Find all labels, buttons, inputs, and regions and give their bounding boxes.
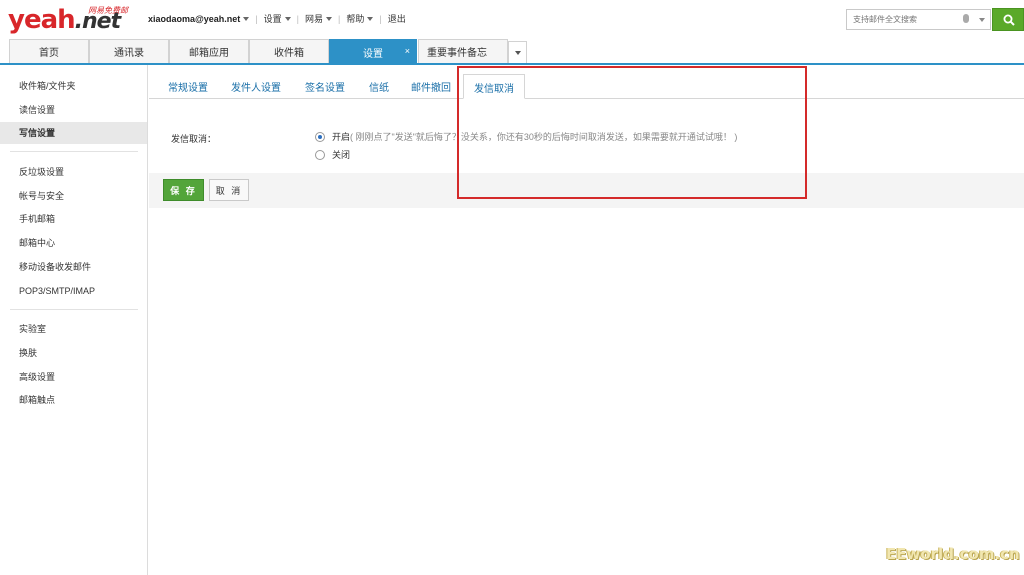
radio-enable[interactable] [315,131,325,142]
annotation-highlight-box [457,66,807,199]
logo-tagline: 网易免费邮 [88,6,128,15]
nav-separator: | [338,13,341,24]
watermark: EEworld.com.cn [886,545,1020,563]
sidebar-item-mailbox-center[interactable]: 邮箱中心 [0,232,147,254]
yeah-net-logo[interactable]: yeah.net 网易免费邮 [8,4,128,35]
tab-label: 收件箱 [274,48,304,59]
user-nav: xiaodaoma@yeah.net | 设置 | 网易 | 帮助 | 退出 [148,12,406,25]
tab-label: 首页 [39,48,59,59]
sidebar-item-advanced[interactable]: 高级设置 [0,366,147,388]
tab-inbox[interactable]: 收件箱 [249,39,329,63]
netease-menu[interactable]: 网易 [305,12,333,25]
save-button[interactable]: 保 存 [163,179,204,201]
tab-settings[interactable]: 设置 × [329,39,417,65]
cancel-button[interactable]: 取 消 [209,179,249,201]
sidebar-item-pop3-smtp-imap[interactable]: POP3/SMTP/IMAP [0,280,147,302]
close-icon[interactable]: × [405,46,410,56]
netease-menu-label: 网易 [305,14,324,24]
more-tabs-button[interactable] [508,41,527,63]
sidebar-item-account-security[interactable]: 帐号与安全 [0,185,147,207]
tab-label: 通讯录 [114,48,144,59]
sidebar-divider [10,151,138,152]
settings-menu-label: 设置 [263,14,282,24]
logo-text: yeah [8,5,76,35]
chevron-down-icon [284,16,291,21]
tab-contacts[interactable]: 通讯录 [89,39,169,63]
tab-label: 设置 [363,49,383,60]
chevron-down-icon [326,16,333,21]
help-menu[interactable]: 帮助 [346,12,374,25]
tab-home[interactable]: 首页 [9,39,89,63]
sidebar-item-read-settings[interactable]: 读信设置 [0,99,147,121]
sidebar-item-lab[interactable]: 实验室 [0,318,147,340]
option-disable-label: 关闭 [332,150,351,160]
subtab-stationery[interactable]: 信纸 [369,79,389,94]
chevron-down-icon [243,16,250,21]
search-input[interactable] [847,10,957,29]
option-disable[interactable]: 关闭 [315,148,350,161]
sidebar-item-folders[interactable]: 收件箱/文件夹 [0,75,147,97]
sidebar-item-mobile-devices[interactable]: 移动设备收发邮件 [0,256,147,278]
sidebar-item-touchpoint[interactable]: 邮箱触点 [0,389,147,411]
sidebar-item-compose-settings[interactable]: 写信设置 [0,122,147,144]
tab-label: 重要事件备忘 [427,48,487,59]
settings-menu[interactable]: 设置 [264,12,291,25]
sidebar-divider [10,309,138,310]
chevron-down-icon [367,16,374,21]
sidebar-item-antispam[interactable]: 反垃圾设置 [0,161,147,183]
subtab-recall[interactable]: 邮件撤回 [411,79,451,94]
microphone-icon[interactable] [963,14,969,23]
tab-important-memo[interactable]: 重要事件备忘 [418,39,508,63]
nav-separator: | [296,13,300,24]
logout-link[interactable]: 退出 [388,12,406,25]
tab-label: 邮箱应用 [189,48,229,59]
sidebar-item-skin[interactable]: 换肤 [0,342,147,364]
search-options-chevron-icon[interactable] [979,18,985,22]
search-box [846,9,991,30]
user-email: xiaodaoma@yeah.net [148,13,241,24]
account-menu[interactable]: xiaodaoma@yeah.net [148,13,250,24]
subtab-general[interactable]: 常规设置 [168,79,208,94]
nav-separator: | [379,13,382,24]
radio-disable[interactable] [315,149,325,160]
subtab-sender[interactable]: 发件人设置 [231,79,281,94]
sidebar-item-mobile-mailbox[interactable]: 手机邮箱 [0,208,147,230]
help-menu-label: 帮助 [346,14,365,24]
tab-mail-apps[interactable]: 邮箱应用 [169,39,249,63]
nav-separator: | [255,13,258,24]
send-cancel-label: 发信取消： [171,134,217,144]
main-tab-bar: 首页 通讯录 邮箱应用 收件箱 设置 × 重要事件备忘 [0,38,1024,65]
settings-sidebar: 收件箱/文件夹 读信设置 写信设置 反垃圾设置 帐号与安全 手机邮箱 邮箱中心 … [0,65,148,575]
chevron-down-icon [515,51,521,55]
option-enable-label: 开启 [332,132,351,142]
search-icon [1003,14,1015,26]
top-bar: yeah.net 网易免费邮 xiaodaoma@yeah.net | 设置 |… [0,0,1024,38]
subtab-signature[interactable]: 签名设置 [305,79,345,94]
search-button[interactable] [992,8,1024,31]
